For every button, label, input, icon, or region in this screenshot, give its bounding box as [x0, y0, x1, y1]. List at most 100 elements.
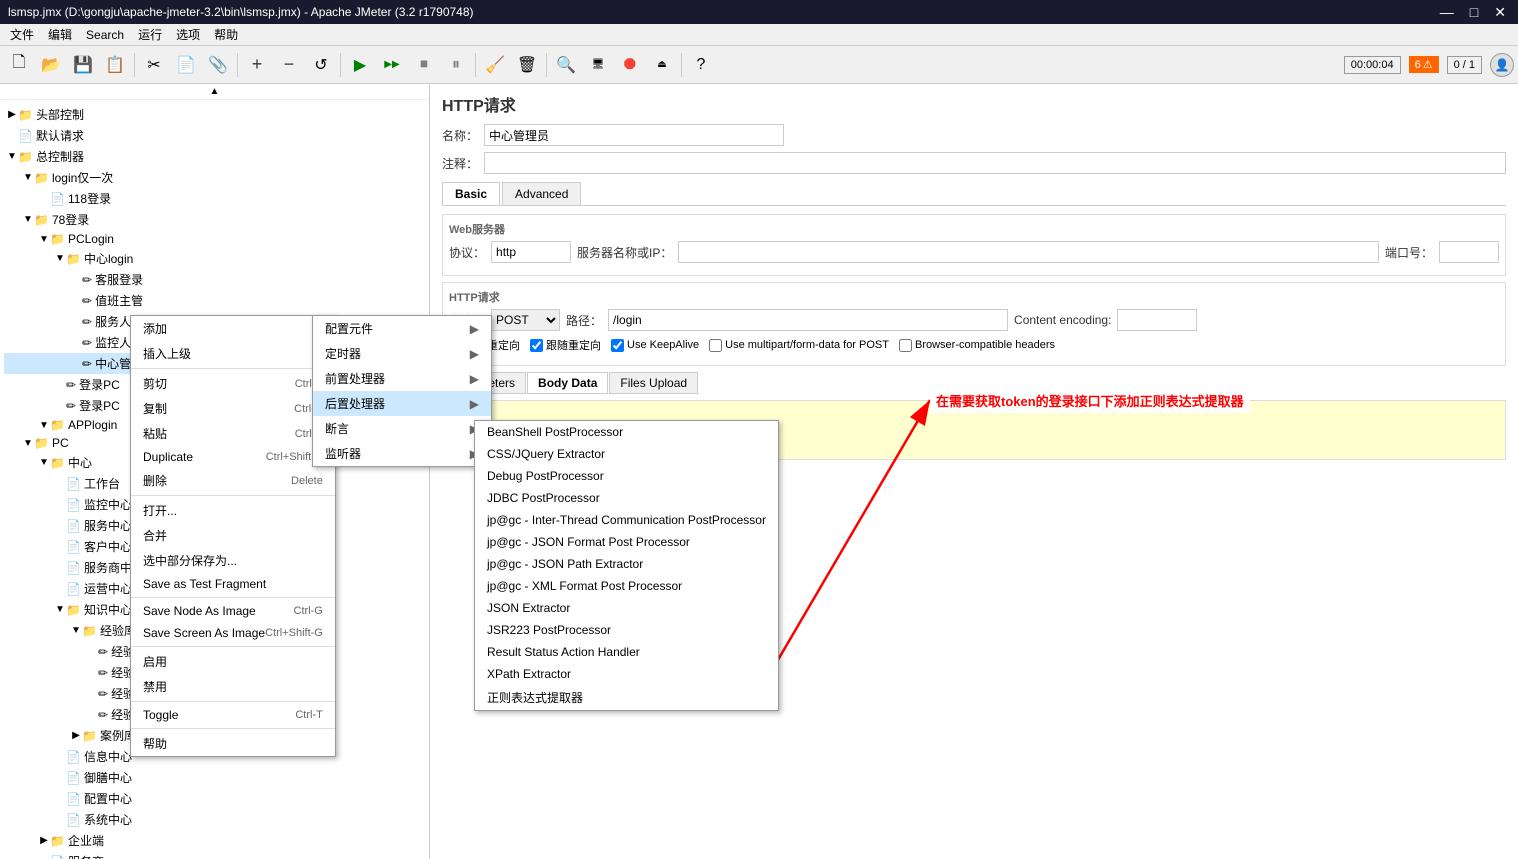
tab-files-upload[interactable]: Files Upload: [609, 372, 698, 394]
reset-button[interactable]: ↺: [306, 50, 336, 80]
search-button[interactable]: 🔍: [551, 50, 581, 80]
menu-edit[interactable]: 编辑: [42, 24, 78, 45]
comment-input[interactable]: [484, 152, 1506, 174]
ctx-help[interactable]: 帮助: [131, 731, 335, 756]
shutdown-button[interactable]: ⏸: [441, 50, 471, 80]
pp-debug[interactable]: Debug PostProcessor: [475, 465, 778, 487]
ctx-insert-parent[interactable]: 插入上级 ▶: [131, 341, 335, 366]
ctx-copy[interactable]: 复制 Ctrl-C: [131, 396, 335, 421]
postprocessor-menu: BeanShell PostProcessor CSS/JQuery Extra…: [474, 420, 779, 711]
help-button[interactable]: ?: [686, 50, 716, 80]
run-nopause-button[interactable]: ▶▶: [377, 50, 407, 80]
sub-pre-processor[interactable]: 前置处理器 ▶: [313, 366, 491, 391]
ctx-merge[interactable]: 合并: [131, 523, 335, 548]
sub-assertion[interactable]: 断言 ▶: [313, 416, 491, 441]
remote2-button[interactable]: 🛑: [615, 50, 645, 80]
tree-item-shift-master[interactable]: ✏ 值班主管: [4, 290, 425, 311]
sub-config[interactable]: 配置元件 ▶: [313, 316, 491, 341]
tree-item-login78[interactable]: ▼ 📁 78登录: [4, 209, 425, 230]
ctx-save-screen-img[interactable]: Save Screen As Image Ctrl+Shift-G: [131, 622, 335, 644]
method-select[interactable]: POST GET PUT DELETE: [491, 309, 560, 331]
ctx-toggle[interactable]: Toggle Ctrl-T: [131, 704, 335, 726]
collapse-button[interactable]: −: [274, 50, 304, 80]
tree-item-center-login[interactable]: ▼ 📁 中心login: [4, 248, 425, 269]
sub-post-processor[interactable]: 后置处理器 ▶: [313, 391, 491, 416]
pp-jsr223[interactable]: JSR223 PostProcessor: [475, 619, 778, 641]
ctx-save-node-img[interactable]: Save Node As Image Ctrl-G: [131, 600, 335, 622]
pp-jp-json-format[interactable]: jp@gc - JSON Format Post Processor: [475, 531, 778, 553]
tree-item-master-control[interactable]: ▼ 📁 总控制器: [4, 146, 425, 167]
sub-listener[interactable]: 监听器 ▶: [313, 441, 491, 466]
menu-options[interactable]: 选项: [170, 24, 206, 45]
menu-run[interactable]: 运行: [132, 24, 168, 45]
pp-xpath[interactable]: XPath Extractor: [475, 663, 778, 685]
tree-item-default-request[interactable]: 📄 默认请求: [4, 125, 425, 146]
tab-advanced[interactable]: Advanced: [502, 182, 581, 205]
open-button[interactable]: 📂: [36, 50, 66, 80]
menu-file[interactable]: 文件: [4, 24, 40, 45]
pp-beanshell[interactable]: BeanShell PostProcessor: [475, 421, 778, 443]
pp-jp-interthread[interactable]: jp@gc - Inter-Thread Communication PostP…: [475, 509, 778, 531]
ctx-save-partial[interactable]: 选中部分保存为...: [131, 548, 335, 573]
pp-regex[interactable]: 正则表达式提取器: [475, 685, 778, 710]
tree-item-pclogin[interactable]: ▼ 📁 PCLogin: [4, 230, 425, 248]
minimize-button[interactable]: —: [1436, 4, 1458, 21]
ctx-save-fragment[interactable]: Save as Test Fragment: [131, 573, 335, 595]
remote1-button[interactable]: 🖥: [583, 50, 613, 80]
remote3-button[interactable]: ⏏: [647, 50, 677, 80]
menu-help[interactable]: 帮助: [208, 24, 244, 45]
tree-scroll-up[interactable]: ▲: [210, 86, 220, 97]
ctx-add[interactable]: 添加 ▶: [131, 316, 335, 341]
ctx-open[interactable]: 打开...: [131, 498, 335, 523]
pp-jp-json-path[interactable]: jp@gc - JSON Path Extractor: [475, 553, 778, 575]
ctx-paste[interactable]: 粘贴 Ctrl-V: [131, 421, 335, 446]
tab-basic[interactable]: Basic: [442, 182, 500, 205]
ctx-disable[interactable]: 禁用: [131, 674, 335, 699]
server-input[interactable]: [678, 241, 1379, 263]
profile-button[interactable]: 👤: [1490, 53, 1514, 77]
clear-button[interactable]: 🧹: [480, 50, 510, 80]
ctx-cut[interactable]: 剪切 Ctrl-X: [131, 371, 335, 396]
pp-css-jquery[interactable]: CSS/JQuery Extractor: [475, 443, 778, 465]
tree-item-enterprise[interactable]: ▶ 📁 企业端: [4, 830, 425, 851]
pp-jp-xml-format[interactable]: jp@gc - XML Format Post Processor: [475, 575, 778, 597]
keepalive-checkbox[interactable]: [611, 339, 624, 352]
pp-json-extractor[interactable]: JSON Extractor: [475, 597, 778, 619]
tree-item-food-center[interactable]: 📄 御膳中心: [4, 767, 425, 788]
protocol-input[interactable]: [491, 241, 571, 263]
browser-compatible-checkbox[interactable]: [899, 339, 912, 352]
tree-item-customer-login[interactable]: ✏ 客服登录: [4, 269, 425, 290]
sub-timer[interactable]: 定时器 ▶: [313, 341, 491, 366]
tree-item-system[interactable]: 📄 系统中心: [4, 809, 425, 830]
tree-item-header-control[interactable]: ▶ 📁 头部控制: [4, 104, 425, 125]
cut-button[interactable]: ✂: [139, 50, 169, 80]
content-encoding-input[interactable]: [1117, 309, 1197, 331]
follow-redirect-checkbox[interactable]: [530, 339, 543, 352]
path-input[interactable]: [608, 309, 1008, 331]
ctx-delete[interactable]: 删除 Delete: [131, 468, 335, 493]
expand-button[interactable]: +: [242, 50, 272, 80]
close-button[interactable]: ✕: [1490, 4, 1510, 21]
clearall-button[interactable]: 🗑: [512, 50, 542, 80]
name-input[interactable]: [484, 124, 784, 146]
pp-jdbc[interactable]: JDBC PostProcessor: [475, 487, 778, 509]
multipart-checkbox[interactable]: [709, 339, 722, 352]
tree-item-login-once[interactable]: ▼ 📁 login仅一次: [4, 167, 425, 188]
port-input[interactable]: [1439, 241, 1499, 263]
menu-search[interactable]: Search: [80, 26, 130, 44]
save-button[interactable]: 💾: [68, 50, 98, 80]
pp-result-status[interactable]: Result Status Action Handler: [475, 641, 778, 663]
ctx-duplicate[interactable]: Duplicate Ctrl+Shift-C: [131, 446, 335, 468]
paste-button[interactable]: 📎: [203, 50, 233, 80]
copy-button[interactable]: 📄: [171, 50, 201, 80]
maximize-button[interactable]: □: [1466, 4, 1482, 21]
saveas-button[interactable]: 📋: [100, 50, 130, 80]
tab-body-data[interactable]: Body Data: [527, 372, 608, 394]
new-button[interactable]: 🗋: [4, 50, 34, 80]
tree-item-login118[interactable]: 📄 118登录: [4, 188, 425, 209]
run-button[interactable]: ▶: [345, 50, 375, 80]
tree-item-merchant[interactable]: 📄 服务商: [4, 851, 425, 859]
ctx-enable[interactable]: 启用: [131, 649, 335, 674]
stop-button[interactable]: ⏹: [409, 50, 439, 80]
tree-item-config[interactable]: 📄 配置中心: [4, 788, 425, 809]
